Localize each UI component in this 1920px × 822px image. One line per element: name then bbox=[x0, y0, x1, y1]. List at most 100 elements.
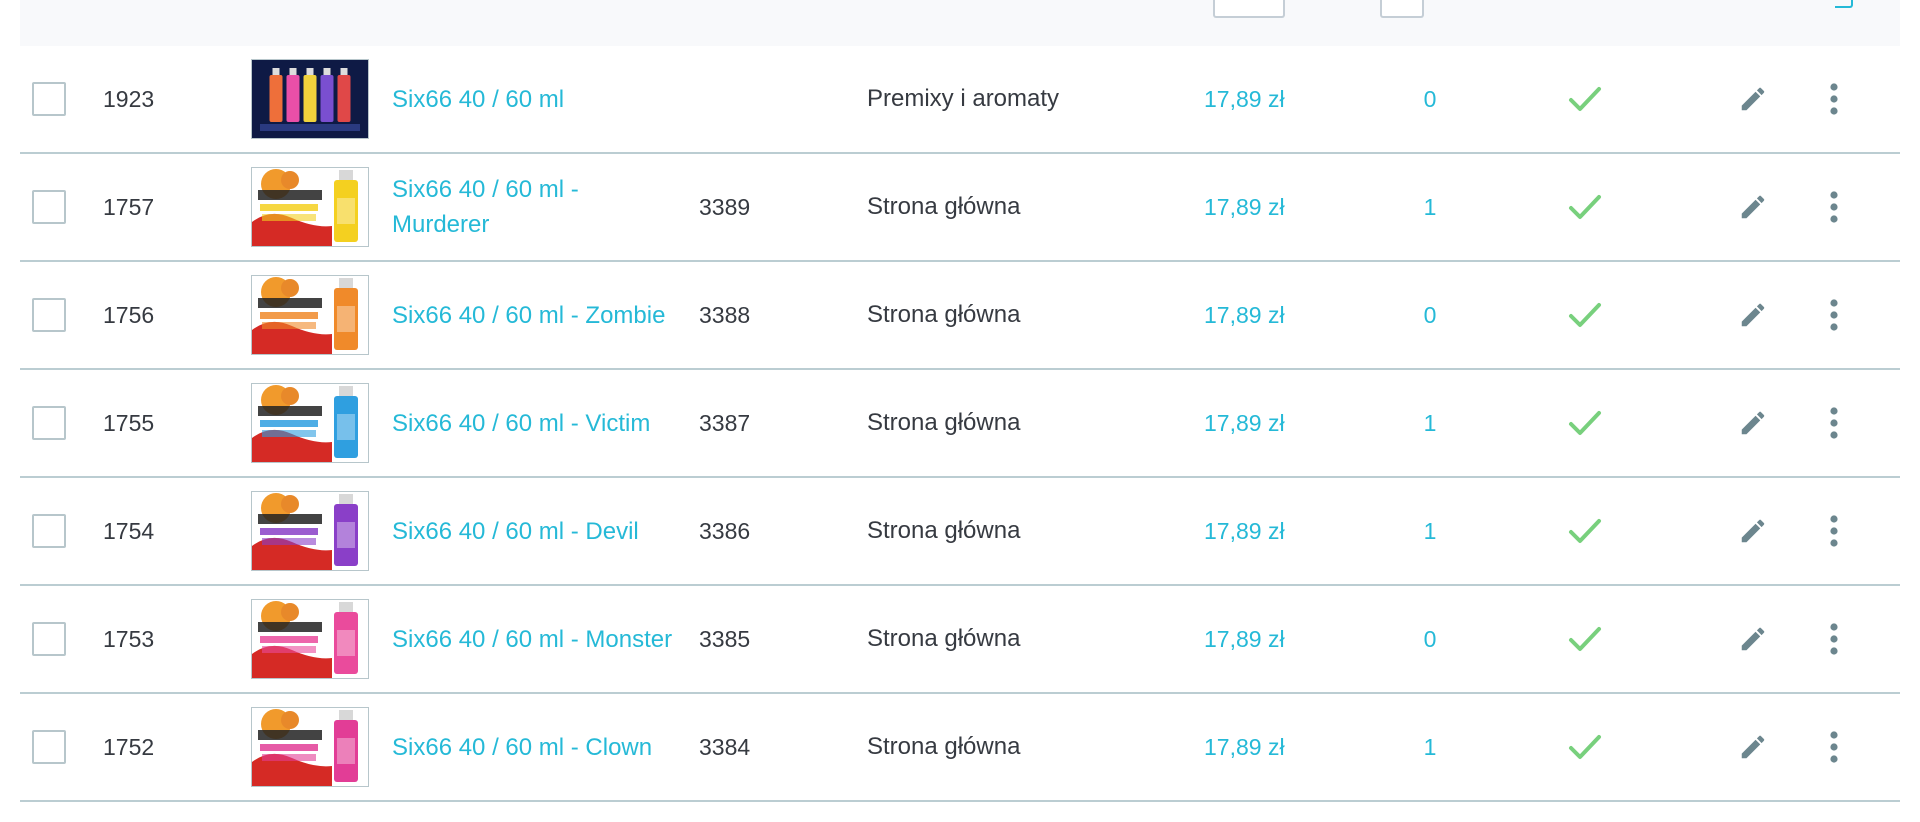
product-name-link[interactable]: Six66 40 / 60 ml - Clown bbox=[392, 694, 682, 800]
product-thumbnail-cell bbox=[251, 586, 369, 692]
product-thumbnail-cell bbox=[251, 154, 369, 260]
bottle-label bbox=[337, 630, 355, 656]
price-filter-input[interactable] bbox=[1213, 0, 1285, 18]
row-select-cell bbox=[32, 262, 66, 368]
product-price[interactable]: 17,89 zł bbox=[1204, 694, 1285, 800]
product-name-link[interactable]: Six66 40 / 60 ml - Murderer bbox=[392, 154, 682, 260]
product-name-link[interactable]: Six66 40 / 60 ml bbox=[392, 46, 682, 152]
product-id: 1755 bbox=[103, 409, 155, 436]
check-icon bbox=[1569, 627, 1601, 651]
edit-button[interactable] bbox=[1738, 46, 1768, 152]
row-checkbox[interactable] bbox=[32, 730, 66, 764]
quantity-filter-input[interactable] bbox=[1380, 0, 1424, 18]
product-image bbox=[252, 276, 368, 354]
row-checkbox[interactable] bbox=[32, 514, 66, 548]
product-quantity[interactable]: 0 bbox=[1410, 46, 1450, 152]
pumpkin bbox=[281, 171, 299, 189]
product-thumbnail[interactable] bbox=[251, 383, 369, 463]
bottle-cap bbox=[339, 710, 353, 720]
row-checkbox[interactable] bbox=[32, 190, 66, 224]
row-actions-button[interactable] bbox=[1828, 370, 1840, 476]
label-bar bbox=[262, 754, 316, 761]
product-reference: 3389 bbox=[699, 193, 751, 220]
product-thumbnail[interactable] bbox=[251, 275, 369, 355]
product-category: Premixy i aromaty bbox=[867, 85, 1060, 112]
status-toggle[interactable] bbox=[1568, 478, 1602, 584]
bottle-label bbox=[337, 414, 355, 440]
row-actions-button[interactable] bbox=[1828, 262, 1840, 368]
edit-button[interactable] bbox=[1738, 694, 1768, 800]
edit-button[interactable] bbox=[1738, 586, 1768, 692]
label-bar bbox=[262, 322, 316, 329]
label-bar bbox=[258, 406, 322, 416]
product-name-link[interactable]: Six66 40 / 60 ml - Monster bbox=[392, 586, 682, 692]
product-quantity[interactable]: 1 bbox=[1410, 154, 1450, 260]
row-actions-button[interactable] bbox=[1828, 694, 1840, 800]
status-toggle[interactable] bbox=[1568, 694, 1602, 800]
bottle-cap bbox=[340, 68, 348, 75]
product-thumbnail[interactable] bbox=[251, 491, 369, 571]
product-thumbnail[interactable] bbox=[251, 59, 369, 139]
more-vertical-icon bbox=[1830, 407, 1838, 439]
pumpkin bbox=[281, 495, 299, 513]
product-reference: 3387 bbox=[699, 409, 751, 436]
row-checkbox[interactable] bbox=[32, 622, 66, 656]
product-quantity[interactable]: 1 bbox=[1410, 370, 1450, 476]
product-thumbnail[interactable] bbox=[251, 707, 369, 787]
bottle bbox=[286, 75, 300, 122]
row-actions-button[interactable] bbox=[1828, 586, 1840, 692]
edit-button[interactable] bbox=[1738, 478, 1768, 584]
product-price[interactable]: 17,89 zł bbox=[1204, 478, 1285, 584]
status-toggle[interactable] bbox=[1568, 46, 1602, 152]
product-price[interactable]: 17,89 zł bbox=[1204, 262, 1285, 368]
label-bar bbox=[260, 636, 318, 643]
row-actions-button[interactable] bbox=[1828, 154, 1840, 260]
product-thumbnail-cell bbox=[251, 370, 369, 476]
product-id: 1757 bbox=[103, 193, 155, 220]
status-toggle[interactable] bbox=[1568, 586, 1602, 692]
product-quantity[interactable]: 0 bbox=[1410, 262, 1450, 368]
status-toggle[interactable] bbox=[1568, 154, 1602, 260]
pencil-icon bbox=[1741, 735, 1765, 759]
label-bar bbox=[260, 744, 318, 751]
product-name-link[interactable]: Six66 40 / 60 ml - Devil bbox=[392, 478, 682, 584]
product-category: Strona główna bbox=[867, 625, 1021, 652]
product-thumbnail[interactable] bbox=[251, 167, 369, 247]
product-category: Strona główna bbox=[867, 517, 1021, 544]
bottle-cap bbox=[339, 170, 353, 180]
row-checkbox[interactable] bbox=[32, 298, 66, 332]
status-toggle[interactable] bbox=[1568, 370, 1602, 476]
check-icon bbox=[1569, 411, 1601, 435]
product-image bbox=[252, 168, 368, 246]
product-quantity[interactable]: 1 bbox=[1410, 694, 1450, 800]
row-actions-button[interactable] bbox=[1828, 478, 1840, 584]
product-price[interactable]: 17,89 zł bbox=[1204, 586, 1285, 692]
product-quantity[interactable]: 0 bbox=[1410, 586, 1450, 692]
product-name-link[interactable]: Six66 40 / 60 ml - Victim bbox=[392, 370, 682, 476]
product-quantity[interactable]: 1 bbox=[1410, 478, 1450, 584]
product-price[interactable]: 17,89 zł bbox=[1204, 46, 1285, 152]
product-image bbox=[252, 708, 368, 786]
product-price[interactable]: 17,89 zł bbox=[1204, 370, 1285, 476]
banner bbox=[260, 124, 360, 131]
label-bar bbox=[258, 190, 322, 200]
label-bar bbox=[258, 514, 322, 524]
product-name-link[interactable]: Six66 40 / 60 ml - Zombie bbox=[392, 262, 682, 368]
product-image bbox=[252, 600, 368, 678]
edit-button[interactable] bbox=[1738, 370, 1768, 476]
row-select-cell bbox=[32, 154, 66, 260]
row-actions-button[interactable] bbox=[1828, 46, 1840, 152]
label-bar bbox=[262, 430, 316, 437]
bottle-label bbox=[337, 306, 355, 332]
pumpkin bbox=[281, 603, 299, 621]
product-thumbnail[interactable] bbox=[251, 599, 369, 679]
product-price[interactable]: 17,89 zł bbox=[1204, 154, 1285, 260]
reset-filter-icon[interactable] bbox=[1835, 0, 1853, 8]
status-toggle[interactable] bbox=[1568, 262, 1602, 368]
edit-button[interactable] bbox=[1738, 262, 1768, 368]
edit-button[interactable] bbox=[1738, 154, 1768, 260]
row-checkbox[interactable] bbox=[32, 406, 66, 440]
row-checkbox[interactable] bbox=[32, 82, 66, 116]
row-select-cell bbox=[32, 586, 66, 692]
bottle bbox=[269, 75, 283, 122]
